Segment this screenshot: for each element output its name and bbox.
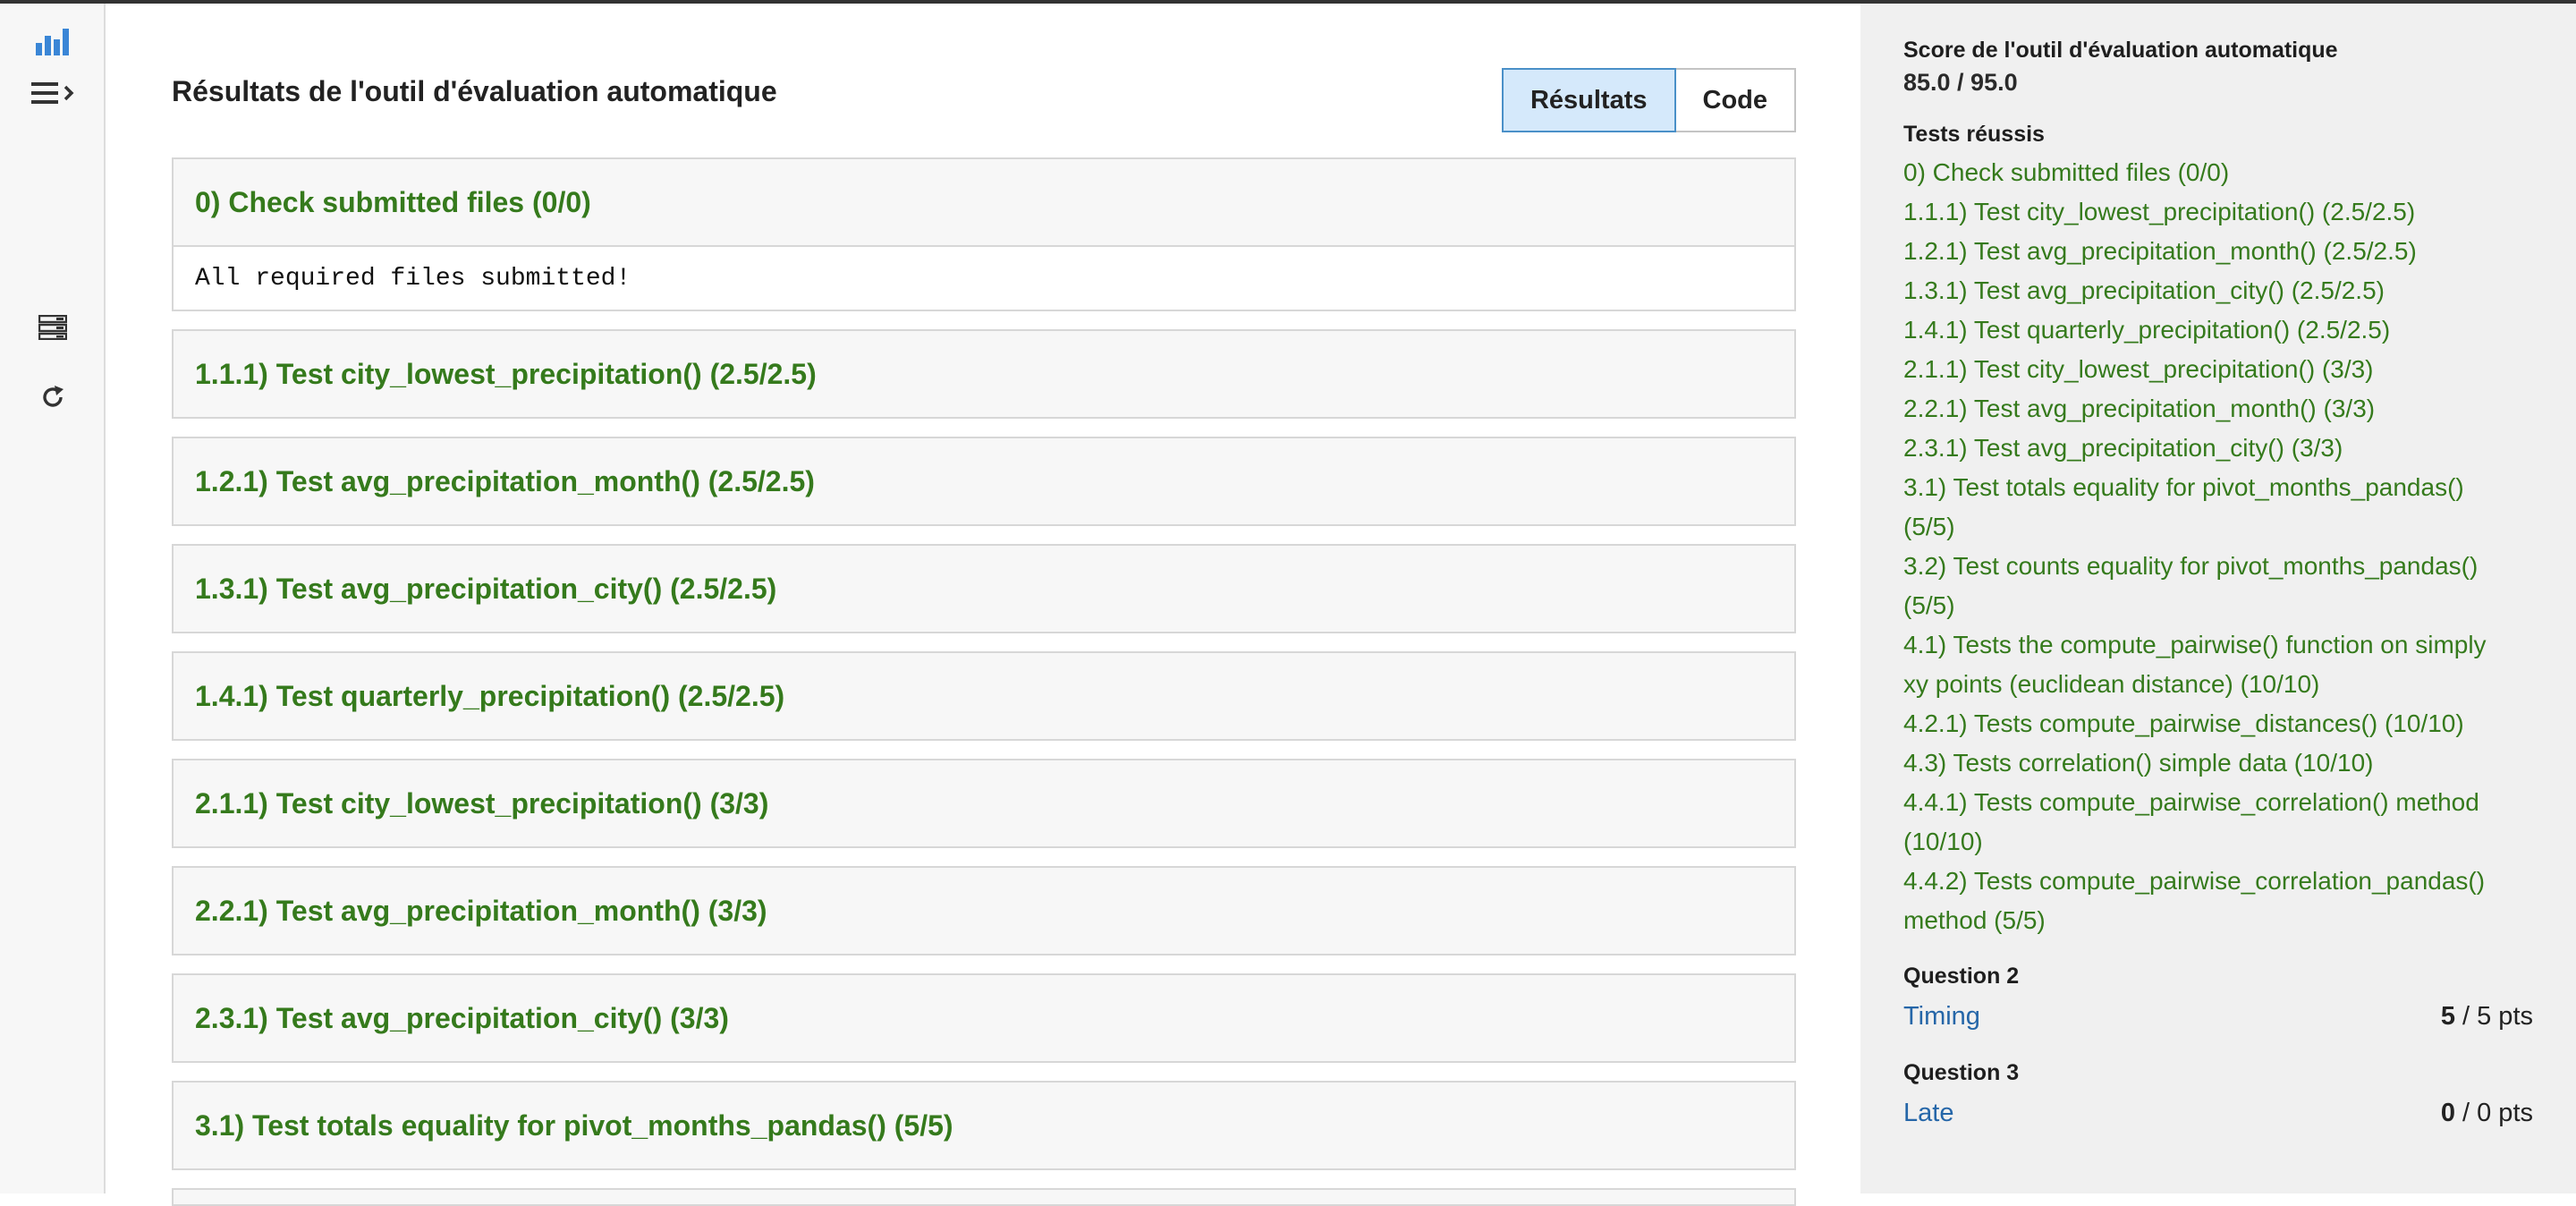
result-title[interactable]: 1.1.1) Test city_lowest_precipitation() … bbox=[174, 331, 1794, 417]
passed-test-item[interactable]: 1.4.1) Test quarterly_precipitation() (2… bbox=[1903, 310, 2533, 350]
result-panel-9 bbox=[172, 1188, 1796, 1206]
bar-chart-icon[interactable] bbox=[0, 23, 106, 59]
question-link-late[interactable]: Late bbox=[1903, 1092, 1953, 1134]
autograder-score-label: Score de l'outil d'évaluation automatiqu… bbox=[1903, 38, 2338, 63]
question-link-timing[interactable]: Timing bbox=[1903, 996, 1980, 1037]
result-title[interactable]: 2.2.1) Test avg_precipitation_month() (3… bbox=[174, 868, 1794, 954]
tab-code[interactable]: Code bbox=[1675, 68, 1796, 132]
result-output: All required files submitted! bbox=[174, 245, 1794, 310]
passed-test-item[interactable]: 3.1) Test totals equality for pivot_mont… bbox=[1903, 468, 2533, 547]
tab-results[interactable]: Résultats bbox=[1501, 68, 1676, 132]
result-panel-6: 2.2.1) Test avg_precipitation_month() (3… bbox=[172, 866, 1796, 955]
result-title[interactable]: 3.1) Test totals equality for pivot_mont… bbox=[174, 1083, 1794, 1168]
result-panel-2: 1.2.1) Test avg_precipitation_month() (2… bbox=[172, 437, 1796, 526]
result-panel-3: 1.3.1) Test avg_precipitation_city() (2.… bbox=[172, 544, 1796, 633]
result-title[interactable]: 1.2.1) Test avg_precipitation_month() (2… bbox=[174, 438, 1794, 524]
result-title[interactable]: 1.3.1) Test avg_precipitation_city() (2.… bbox=[174, 546, 1794, 632]
passed-test-item[interactable]: 4.3) Tests correlation() simple data (10… bbox=[1903, 743, 2533, 783]
server-icon[interactable] bbox=[0, 311, 106, 344]
passed-tests-list: 0) Check submitted files (0/0) 1.1.1) Te… bbox=[1903, 153, 2533, 940]
result-panel-4: 1.4.1) Test quarterly_precipitation() (2… bbox=[172, 651, 1796, 741]
question-2: Question 2 Timing 5 / 5 pts bbox=[1903, 956, 2533, 1037]
menu-expand-icon[interactable] bbox=[0, 75, 106, 111]
passed-test-item[interactable]: 4.1) Tests the compute_pairwise() functi… bbox=[1903, 625, 2533, 704]
passed-test-item[interactable]: 2.2.1) Test avg_precipitation_month() (3… bbox=[1903, 389, 2533, 429]
result-panel-1: 1.1.1) Test city_lowest_precipitation() … bbox=[172, 329, 1796, 419]
passed-test-item[interactable]: 4.4.1) Tests compute_pairwise_correlatio… bbox=[1903, 783, 2533, 862]
result-panel-5: 2.1.1) Test city_lowest_precipitation() … bbox=[172, 759, 1796, 848]
passed-tests-label: Tests réussis bbox=[1903, 122, 2045, 147]
passed-test-item[interactable]: 1.2.1) Test avg_precipitation_month() (2… bbox=[1903, 232, 2533, 271]
view-toggle: Résultats Code bbox=[1501, 68, 1796, 132]
icon-rail bbox=[0, 4, 106, 1193]
result-panel-7: 2.3.1) Test avg_precipitation_city() (3/… bbox=[172, 973, 1796, 1063]
result-title[interactable]: 2.1.1) Test city_lowest_precipitation() … bbox=[174, 760, 1794, 846]
passed-test-item[interactable]: 3.2) Test counts equality for pivot_mont… bbox=[1903, 547, 2533, 625]
passed-test-item[interactable]: 0) Check submitted files (0/0) bbox=[1903, 153, 2533, 192]
passed-test-item[interactable]: 4.4.2) Tests compute_pairwise_correlatio… bbox=[1903, 862, 2533, 940]
question-3: Question 3 Late 0 / 0 pts bbox=[1903, 1053, 2533, 1134]
passed-test-item[interactable]: 2.1.1) Test city_lowest_precipitation() … bbox=[1903, 350, 2533, 389]
question-label: Question 2 bbox=[1903, 964, 2020, 989]
question-points: 5 / 5 pts bbox=[2440, 1002, 2533, 1031]
passed-test-item[interactable]: 1.3.1) Test avg_precipitation_city() (2.… bbox=[1903, 271, 2533, 310]
autograder-score: 85.0 / 95.0 bbox=[1903, 69, 2018, 96]
result-title[interactable]: 0) Check submitted files (0/0) bbox=[174, 159, 1794, 245]
results-header: Résultats de l'outil d'évaluation automa… bbox=[172, 68, 1796, 140]
passed-test-item[interactable]: 4.2.1) Tests compute_pairwise_distances(… bbox=[1903, 704, 2533, 743]
page-title: Résultats de l'outil d'évaluation automa… bbox=[172, 75, 777, 107]
score-sidebar: Score de l'outil d'évaluation automatiqu… bbox=[1860, 4, 2576, 1193]
result-title[interactable]: 2.3.1) Test avg_precipitation_city() (3/… bbox=[174, 975, 1794, 1061]
result-panel-8: 3.1) Test totals equality for pivot_mont… bbox=[172, 1081, 1796, 1170]
passed-test-item[interactable]: 2.3.1) Test avg_precipitation_city() (3/… bbox=[1903, 429, 2533, 468]
result-panel-0: 0) Check submitted files (0/0) All requi… bbox=[172, 157, 1796, 311]
question-label: Question 3 bbox=[1903, 1060, 2020, 1085]
result-title[interactable]: 1.4.1) Test quarterly_precipitation() (2… bbox=[174, 653, 1794, 739]
refresh-icon[interactable] bbox=[0, 379, 106, 415]
question-points: 0 / 0 pts bbox=[2440, 1099, 2533, 1127]
passed-test-item[interactable]: 1.1.1) Test city_lowest_precipitation() … bbox=[1903, 192, 2533, 232]
